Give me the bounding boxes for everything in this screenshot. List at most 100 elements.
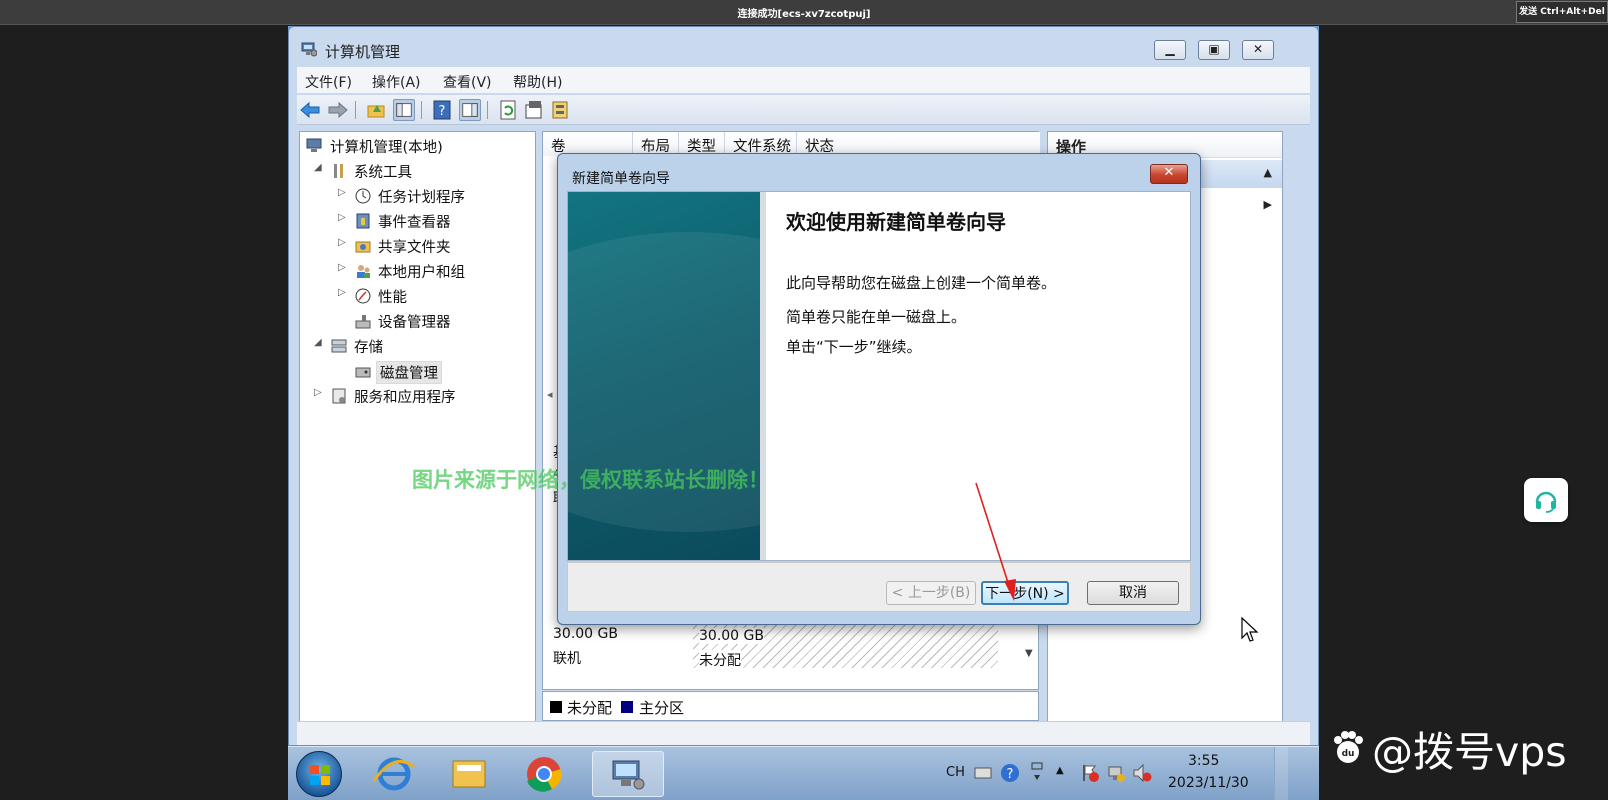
legend-primary-label: 主分区	[639, 699, 685, 717]
minimize-button[interactable]: ▁	[1154, 40, 1186, 60]
collapsed-arrow-icon[interactable]: ▷	[338, 212, 346, 223]
help-tray-icon[interactable]: ?	[1000, 763, 1020, 783]
unallocated-size-label: 30.00 GB	[699, 628, 764, 644]
tree-system-tools[interactable]: ◢ 系统工具	[314, 160, 514, 182]
input-language-indicator[interactable]: CH	[946, 765, 965, 780]
tree-event-viewer-label: 事件查看器	[378, 215, 451, 231]
tree-device-manager-label: 设备管理器	[378, 315, 451, 331]
support-button[interactable]	[1524, 478, 1568, 522]
legend-primary-swatch	[621, 701, 633, 713]
clock-time[interactable]: 3:55	[1188, 753, 1219, 769]
menu-help[interactable]: 帮助(H)	[513, 72, 562, 92]
collapsed-arrow-icon[interactable]: ▷	[314, 387, 322, 398]
tree-device-manager[interactable]: 设备管理器	[354, 310, 534, 332]
tree-performance-label: 性能	[378, 290, 407, 306]
console-tree: 计算机管理(本地) ◢ 系统工具 ▷ 任务计划程序 ▷ 事件查看器 ▷ 共享文件…	[299, 131, 536, 722]
computer-management-taskbar-item[interactable]	[592, 751, 664, 797]
show-hide-action-pane-icon[interactable]	[459, 99, 481, 121]
watermark-text: 图片来源于网络，侵权联系站长删除！	[412, 468, 769, 492]
tree-storage[interactable]: ◢ 存储	[314, 335, 514, 357]
refresh-icon[interactable]	[497, 99, 519, 121]
shared-folder-icon	[355, 241, 371, 253]
session-title: 连接成功[ecs-xv7zcotpuj]	[737, 9, 871, 20]
remote-desktop: 计算机管理 ▁ ▣ ✕ 文件(F) 操作(A) 查看(V) 帮助(H) ? 计算…	[288, 26, 1319, 800]
tree-local-users[interactable]: ▷ 本地用户和组	[338, 260, 528, 282]
forward-arrow-icon[interactable]	[327, 99, 349, 121]
tree-services-apps[interactable]: ▷ 服务和应用程序	[314, 385, 524, 407]
disk1-size-label: 30.00 GB	[553, 626, 618, 642]
tree-task-scheduler[interactable]: ▷ 任务计划程序	[338, 185, 528, 207]
wizard-description-2: 简单卷只能在单一磁盘上。	[786, 308, 967, 326]
send-ctrl-alt-del-button[interactable]: 发送 Ctrl+Alt+Del	[1516, 1, 1608, 23]
back-arrow-icon[interactable]	[299, 99, 321, 121]
tree-disk-management[interactable]: 磁盘管理	[354, 360, 534, 384]
scroll-left-icon[interactable]: ◂	[547, 388, 553, 401]
wizard-heading: 欢迎使用新建简单卷向导	[786, 210, 1006, 234]
users-icon	[357, 265, 370, 278]
unallocated-status-label: 未分配	[699, 650, 741, 670]
svg-text:du: du	[1342, 749, 1355, 759]
help-icon[interactable]: ?	[431, 99, 453, 121]
window-titlebar[interactable]: 计算机管理 ▁ ▣ ✕	[289, 27, 1318, 65]
collapsed-arrow-icon[interactable]: ▷	[338, 262, 346, 273]
computer-management-icon	[612, 760, 645, 790]
tree-event-viewer[interactable]: ▷ 事件查看器	[338, 210, 528, 232]
up-folder-icon[interactable]	[365, 99, 387, 121]
close-button[interactable]: ✕	[1242, 40, 1274, 60]
menu-view[interactable]: 查看(V)	[443, 72, 492, 92]
expanded-arrow-icon[interactable]: ◢	[314, 337, 322, 348]
show-desktop-button[interactable]	[1274, 747, 1288, 800]
tree-task-scheduler-label: 任务计划程序	[378, 190, 465, 206]
show-hidden-icons-icon[interactable]: ▲	[1056, 765, 1064, 776]
collapsed-arrow-icon[interactable]: ▷	[338, 237, 346, 248]
tree-root[interactable]: 计算机管理(本地)	[306, 135, 526, 157]
close-icon: ✕	[1252, 42, 1264, 56]
disk-settings-icon[interactable]	[549, 99, 571, 121]
clock-date[interactable]: 2023/11/30	[1168, 775, 1249, 791]
performance-icon	[355, 288, 371, 304]
cancel-button[interactable]: 取消	[1087, 581, 1179, 605]
brand-watermark: @拨号vps	[1372, 728, 1567, 776]
disk-management-icon	[355, 367, 371, 378]
collapsed-arrow-icon[interactable]: ▷	[338, 187, 346, 198]
toolbar-separator	[355, 101, 356, 119]
wizard-close-button[interactable]: ✕	[1150, 164, 1188, 184]
annotation-arrow	[975, 482, 1016, 601]
new-simple-volume-wizard: 新建简单卷向导 ✕ 欢迎使用新建简单卷向导 此向导帮助您在磁盘上创建一个简单卷。…	[557, 153, 1201, 625]
volume-muted-icon[interactable]	[1132, 763, 1152, 783]
minimize-icon: ▁	[1165, 42, 1175, 56]
action-center-flag-icon[interactable]	[1080, 763, 1100, 783]
keyboard-icon[interactable]	[974, 765, 992, 781]
show-hide-console-tree-icon[interactable]	[393, 99, 415, 121]
expanded-arrow-icon[interactable]: ◢	[314, 162, 322, 173]
computer-icon	[306, 138, 322, 152]
tree-shared-folders[interactable]: ▷ 共享文件夹	[338, 235, 528, 257]
menu-action[interactable]: 操作(A)	[372, 72, 421, 92]
services-icon	[332, 388, 346, 404]
back-button[interactable]: < 上一步(B)	[886, 581, 976, 605]
menu-file[interactable]: 文件(F)	[305, 72, 352, 92]
more-actions-icon[interactable]: ▶	[1264, 198, 1272, 211]
tree-disk-management-label: 磁盘管理	[376, 361, 442, 384]
file-explorer-icon[interactable]	[443, 751, 495, 797]
disk1-status-label: 联机	[553, 651, 581, 667]
event-viewer-icon	[356, 213, 370, 229]
collapse-up-icon[interactable]: ▲	[1264, 166, 1272, 179]
maximize-button[interactable]: ▣	[1198, 40, 1230, 60]
scroll-down-icon[interactable]: ▼	[1025, 648, 1033, 659]
wizard-body: 欢迎使用新建简单卷向导 此向导帮助您在磁盘上创建一个简单卷。 简单卷只能在单一磁…	[567, 191, 1191, 561]
chrome-icon[interactable]	[518, 751, 570, 797]
tree-shared-folders-label: 共享文件夹	[378, 240, 451, 256]
network-icon[interactable]	[1106, 763, 1126, 783]
tree-services-apps-label: 服务和应用程序	[354, 390, 456, 406]
ime-options-icon[interactable]	[1030, 761, 1044, 785]
taskbar: CH ? ▲ 3:55 2023/11/30	[288, 746, 1319, 800]
internet-explorer-icon[interactable]	[368, 751, 420, 797]
collapsed-arrow-icon[interactable]: ▷	[338, 287, 346, 298]
svg-text:?: ?	[439, 104, 446, 119]
window-title: 计算机管理	[325, 43, 401, 61]
tools-icon	[334, 164, 343, 178]
tree-performance[interactable]: ▷ 性能	[338, 285, 528, 307]
start-button[interactable]	[296, 751, 342, 797]
properties-icon[interactable]	[523, 99, 545, 121]
